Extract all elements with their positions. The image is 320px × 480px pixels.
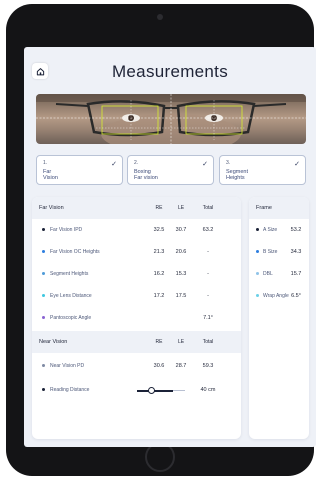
bullet-icon	[256, 272, 259, 275]
frame-header: Frame	[249, 197, 309, 219]
frame-row: Wrap Angle 6.5°	[249, 285, 309, 307]
value-re: 32.5	[153, 227, 165, 233]
measurement-row: Eye Lens Distance 17.2 17.5 -	[32, 285, 241, 307]
column-header-re: RE	[155, 339, 163, 345]
frame-row: DBL 15.7	[249, 263, 309, 285]
row-label: Far Vision OC Heights	[50, 249, 100, 255]
frame-row: B Size 34.3	[249, 241, 309, 263]
checkmark-icon: ✓	[294, 161, 300, 168]
value-le: 15.3	[175, 271, 187, 277]
section-title: Near Vision	[39, 339, 68, 345]
frame-card: Frame A Size 53.2 B Size 34.3 DBL 15.7 W…	[249, 197, 309, 439]
app-screen: Measurements 1. Far Vision ✓ 2. Boxing F…	[24, 47, 316, 447]
row-label: Near Vision PD	[50, 363, 85, 369]
row-label: Eye Lens Distance	[50, 293, 92, 299]
column-header-le: LE	[177, 205, 185, 211]
value-le: 30.7	[175, 227, 187, 233]
bullet-icon	[42, 316, 45, 319]
row-label: A Size	[263, 227, 278, 233]
value-total: -	[207, 271, 209, 277]
reading-distance-slider-track[interactable]	[137, 390, 173, 392]
step-label: Segment Heights	[226, 169, 249, 181]
step-label: Far Vision	[43, 169, 58, 181]
frame-value: 34.3	[290, 249, 302, 255]
frame-value: 15.7	[290, 271, 302, 277]
step-label: Boxing Far vision	[134, 169, 158, 181]
row-label: Reading Distance	[50, 387, 90, 393]
value-re: 30.6	[153, 363, 165, 369]
bullet-icon	[42, 272, 45, 275]
value-total: 7.1°	[203, 315, 213, 321]
checkmark-icon: ✓	[111, 161, 117, 168]
reading-distance-slider-handle[interactable]	[148, 387, 155, 394]
tablet-frame: Measurements 1. Far Vision ✓ 2. Boxing F…	[6, 4, 316, 476]
value-re: 17.2	[153, 293, 165, 299]
measurement-row: Near Vision PD 30.6 28.7 59.3	[32, 355, 241, 377]
value-total: 63.2	[202, 227, 214, 233]
face-measurement-photo	[36, 94, 306, 144]
measurement-row: Far Vision IPD 32.5 30.7 63.2	[32, 219, 241, 241]
bullet-icon	[256, 294, 259, 297]
measurement-row: Pantoscopic Angle 7.1°	[32, 307, 241, 329]
row-label: Far Vision IPD	[50, 227, 83, 233]
checkmark-icon: ✓	[202, 161, 208, 168]
frame-value: 53.2	[290, 227, 302, 233]
row-label: DBL	[263, 271, 273, 277]
bullet-icon	[42, 294, 45, 297]
column-header-re: RE	[155, 205, 163, 211]
step-card-far-vision[interactable]: 1. Far Vision ✓	[36, 155, 123, 185]
value-re: 21.3	[153, 249, 165, 255]
bullet-icon	[256, 250, 259, 253]
row-label: B Size	[263, 249, 278, 255]
value-le: 28.7	[175, 363, 187, 369]
column-header-total: Total	[202, 205, 214, 211]
row-label: Segment Heights	[50, 271, 89, 277]
step-card-segment-heights[interactable]: 3. Segment Heights ✓	[219, 155, 306, 185]
column-header-le: LE	[177, 339, 185, 345]
bullet-icon	[42, 388, 45, 391]
bullet-icon	[42, 250, 45, 253]
bullet-icon	[256, 228, 259, 231]
step-number: 1.	[43, 160, 48, 166]
column-header-total: Total	[202, 339, 214, 345]
reading-distance-slider-rest	[173, 390, 185, 391]
measurement-row: Segment Heights 16.2 15.3 -	[32, 263, 241, 285]
section-title: Frame	[256, 205, 272, 211]
step-card-boxing-far-vision[interactable]: 2. Boxing Far vision ✓	[127, 155, 214, 185]
far-vision-header: Far Vision RE LE Total	[32, 197, 241, 219]
section-title: Far Vision	[39, 205, 64, 211]
frame-value: 6.5°	[291, 293, 301, 299]
bullet-icon	[42, 228, 45, 231]
value-re: 16.2	[153, 271, 165, 277]
measurement-row: Reading Distance 40 cm	[32, 379, 241, 401]
measurement-row: Far Vision OC Heights 21.3 20.6 -	[32, 241, 241, 263]
near-vision-header: Near Vision RE LE Total	[32, 331, 241, 353]
value-le: 20.6	[175, 249, 187, 255]
value-le: 17.5	[175, 293, 187, 299]
bullet-icon	[42, 364, 45, 367]
value-total: 59.3	[202, 363, 214, 369]
step-number: 3.	[226, 160, 231, 166]
frame-row: A Size 53.2	[249, 219, 309, 241]
front-camera	[157, 14, 163, 20]
step-number: 2.	[134, 160, 139, 166]
value-total: -	[207, 249, 209, 255]
row-label: Pantoscopic Angle	[50, 315, 92, 321]
page-title: Measurements	[111, 62, 229, 81]
value-total: -	[207, 293, 209, 299]
measurements-card: Far Vision RE LE Total Far Vision IPD 32…	[32, 197, 241, 439]
value-total: 40 cm	[200, 387, 216, 393]
